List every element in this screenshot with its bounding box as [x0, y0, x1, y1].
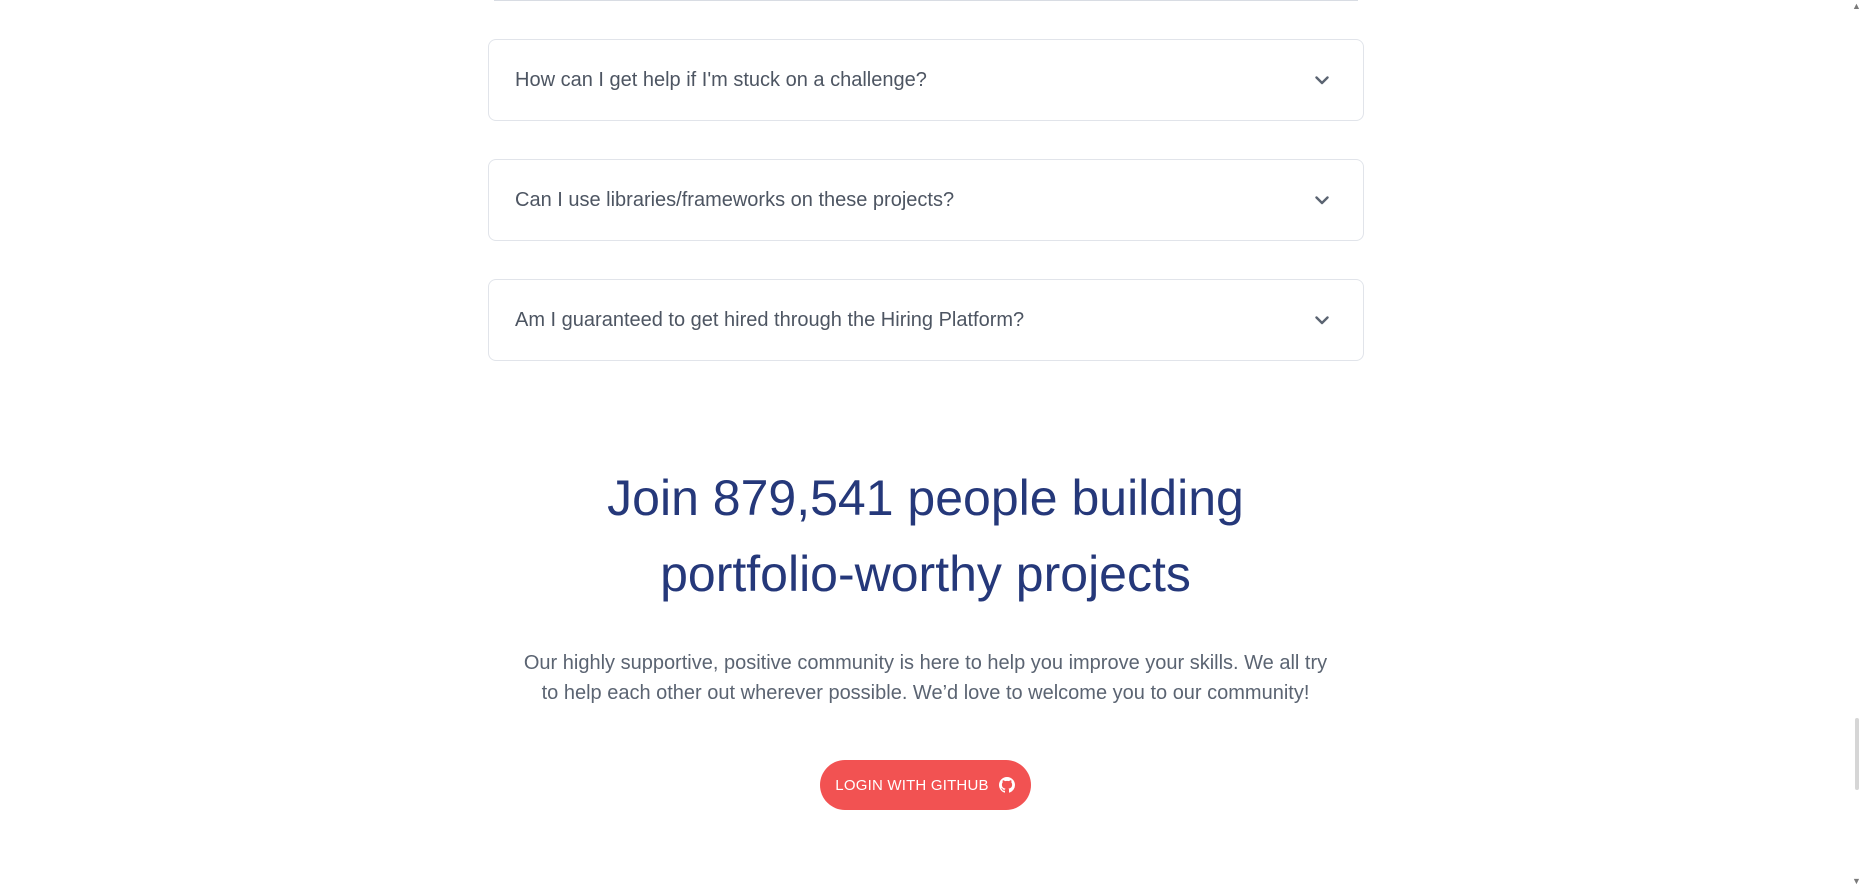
faq-question: How can I get help if I'm stuck on a cha…	[515, 68, 927, 91]
cta-title: Join 879,541 people building portfolio-w…	[476, 460, 1376, 612]
faq-question: Can I use libraries/frameworks on these …	[515, 188, 955, 211]
chevron-down-icon[interactable]	[1311, 189, 1333, 211]
join-community-section: Join 879,541 people building portfolio-w…	[0, 460, 1851, 810]
page-scrollbar[interactable]: ▲ ▼	[1851, 0, 1861, 887]
faq-item-help-stuck[interactable]: How can I get help if I'm stuck on a cha…	[488, 39, 1364, 121]
cta-title-line-2: portfolio-worthy projects	[660, 546, 1191, 602]
faq-question: Am I guaranteed to get hired through the…	[515, 308, 1025, 331]
cta-title-line-1: Join 879,541 people building	[607, 470, 1244, 526]
scrollbar-thumb[interactable]	[1855, 718, 1859, 790]
chevron-down-icon[interactable]	[1311, 69, 1333, 91]
login-with-github-button[interactable]: LOGIN WITH GITHUB	[820, 760, 1031, 810]
scroll-up-icon[interactable]: ▲	[1852, 2, 1861, 11]
login-button-label: LOGIN WITH GITHUB	[835, 776, 989, 794]
github-icon	[998, 777, 1015, 793]
scroll-down-icon[interactable]: ▼	[1852, 877, 1861, 886]
divider	[494, 0, 1358, 1]
page: How can I get help if I'm stuck on a cha…	[0, 0, 1861, 887]
chevron-down-icon[interactable]	[1311, 309, 1333, 331]
cta-description: Our highly supportive, positive communit…	[486, 648, 1366, 708]
cta-description-line-2: to help each other out wherever possible…	[541, 682, 1310, 704]
faq-list: How can I get help if I'm stuck on a cha…	[488, 39, 1364, 399]
faq-item-hiring[interactable]: Am I guaranteed to get hired through the…	[488, 279, 1364, 361]
faq-item-libraries[interactable]: Can I use libraries/frameworks on these …	[488, 159, 1364, 241]
cta-description-line-1: Our highly supportive, positive communit…	[523, 652, 1328, 674]
